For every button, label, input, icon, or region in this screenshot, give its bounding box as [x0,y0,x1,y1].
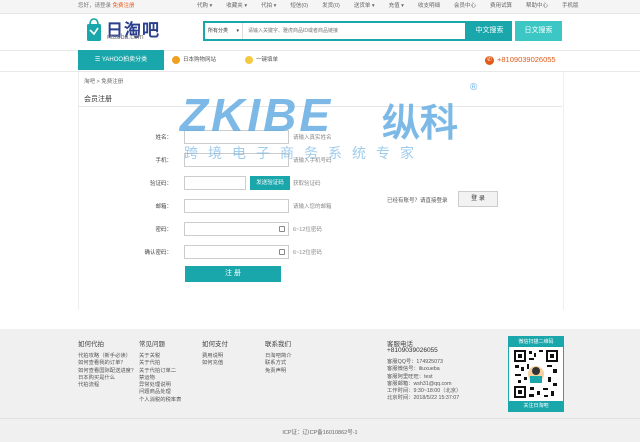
search-chinese-button[interactable]: 中文搜索 [467,21,512,41]
top-link-favorites[interactable]: 收藏夹 ▾ [219,0,254,13]
search-box: 所有分类 ▾ [203,21,471,41]
service-phone: +8109039026055 [387,347,438,354]
watermark-brand-cn: 纵科 [382,103,459,145]
top-link-messages[interactable]: 短信(0) [283,0,315,13]
search-category-label: 所有分类 [208,28,229,34]
qr-caption-bottom: 关注日淘吧 [509,401,563,411]
hotline: ✆ +8109039026055 [485,50,556,70]
top-link-recharge[interactable]: 充值 ▾ [382,0,411,13]
footer-divider [0,418,640,419]
qr-caption-top: 微信扫描二维码 [509,337,563,347]
login-link[interactable]: 您好，请登录 [78,3,111,9]
footer-column-title: 如何代拍 [78,341,104,348]
service-info: 客服QQ号：174925073 客服微信号：iliuxueba 客服阿里旺旺：t… [387,359,461,403]
top-link-daigou[interactable]: 代购 ▾ [190,0,219,13]
confirm-password-label: 确认密码： [144,250,172,256]
password-label: 密码： [155,227,172,233]
nav-japan-sites-label: 日本购物网站 [183,57,217,63]
pencil-icon [245,55,253,64]
nav-yahoo-categories[interactable]: ☰ YAHOO拍卖分类 [78,50,164,70]
nav-one-click-fill[interactable]: 一键填单 [245,50,278,70]
top-link-shipping[interactable]: 发货(0) [315,0,347,13]
email-hint: 请输入您的邮箱 [293,204,332,210]
top-link-delivery[interactable]: 送货单 ▾ [347,0,382,13]
beijing-time: 北京时间：2018/5/22 15:37:07 [387,395,460,402]
shopping-bag-logo-icon[interactable] [86,16,102,42]
watermark-slogan: 跨境电子商务系统专家 [184,145,424,161]
top-links: 代购 ▾ 收藏夹 ▾ 代拍 ▾ 短信(0) 发货(0) 送货单 ▾ 充值 ▾ 收… [190,0,586,13]
footer-column-contact: 联系我们 日淘吧简介 联系方式 免责声明 [265,338,292,375]
breadcrumb[interactable]: 淘吧 > 免费注册 [84,77,123,85]
qr-code-icon [513,349,559,399]
watermark-brand: ZKIBE [180,89,333,141]
footer-column-payment: 如何支付 费用说明 如何充值 [202,338,228,368]
service-wechat: 客服微信号：iliuxueba [387,366,440,373]
top-link-member-center[interactable]: 会员中心 [447,0,483,13]
top-link-help[interactable]: 帮助中心 [519,0,555,13]
password-hint: 6~12位密码 [293,227,322,233]
footer-column-how-to-bid: 如何代拍 代拍攻略（新手必读） 如何查看我的订单？ 如何查看国际配送进度？ 日本… [78,338,136,389]
phone-icon: ✆ [485,55,494,65]
password-field[interactable] [184,222,289,236]
top-link-daipai[interactable]: 代拍 ▾ [254,0,283,13]
page-title: 会员注册 [84,96,112,103]
footer-column-title: 常见问题 [139,341,165,348]
email-field[interactable] [184,199,289,213]
chevron-down-icon: ▾ [236,28,239,34]
wechat-qr-box: 微信扫描二维码 关注日淘吧 [508,336,564,412]
lock-icon [279,249,285,255]
footer-link[interactable]: 联系方式 [265,360,292,367]
verification-code-field[interactable] [184,176,246,190]
login-prompt: 已经有账号？请直接登录 [387,198,448,204]
registered-mark: ® [470,82,478,93]
code-hint: 获取验证码 [293,181,321,187]
top-link-statements[interactable]: 收支明细 [411,0,447,13]
greeting: 您好，请登录 免费注册 [78,0,135,13]
code-label: 验证码： [149,181,172,187]
register-button[interactable]: 注 册 [185,266,281,282]
name-label: 姓名： [155,135,172,141]
footer-column-title: 如何支付 [202,341,228,348]
confirm-password-field[interactable] [184,245,289,259]
top-bar: 您好，请登录 免费注册 代购 ▾ 收藏夹 ▾ 代拍 ▾ 短信(0) 发货(0) … [0,0,640,14]
footer-link[interactable]: 如何充值 [202,360,228,367]
footer-link[interactable]: 关于代拍订单二 [139,368,181,375]
mobile-label: 手机： [155,158,172,164]
login-button[interactable]: 登 录 [458,191,498,207]
footer-column-title: 联系我们 [265,341,291,348]
footer-link[interactable]: 免责声明 [265,368,292,375]
footer-link[interactable]: 关于代拍 [139,360,181,367]
email-label: 邮箱： [155,204,172,210]
footer-link[interactable]: 代拍流程 [78,382,136,389]
menu-icon: ☰ [94,57,102,63]
top-link-mobile[interactable]: 手机版 [555,0,586,13]
top-link-fee-calc[interactable]: 费用试算 [483,0,519,13]
footer-link[interactable]: 如何查看国际配送进度？ [78,368,136,375]
hotline-number: +8109039026055 [497,55,556,64]
footer-link[interactable]: 如何查看我的订单？ [78,360,136,367]
search-input[interactable] [245,23,471,39]
icp-license[interactable]: ICP证：辽ICP备16010862号-1 [0,428,640,436]
nav-yahoo-label: YAHOO拍卖分类 [101,57,148,63]
search-japanese-button[interactable]: 日文搜索 [515,21,562,41]
footer-column-faq: 常见问题 关于关税 关于代拍 关于代拍订单二 禁运物 异常处理说明 问题商品处理… [139,338,181,404]
store-icon [172,55,180,64]
logo-subtitle: ritaoba.com [107,34,144,41]
footer-link[interactable]: 问题商品处理 [139,389,181,396]
search-category-select[interactable]: 所有分类 ▾ [205,23,243,39]
confirm-password-hint: 6~12位密码 [293,250,322,256]
nav-japan-shopping-sites[interactable]: 日本购物网站 [172,50,216,70]
service-wangwang: 客服阿里旺旺：test [387,373,433,380]
footer-link[interactable]: 个人消税的税率表 [139,397,181,404]
nav-one-click-label: 一键填单 [256,57,279,63]
lock-icon [279,226,285,232]
send-code-button[interactable]: 发送验证码 [250,176,290,190]
register-link[interactable]: 免费注册 [113,3,135,9]
